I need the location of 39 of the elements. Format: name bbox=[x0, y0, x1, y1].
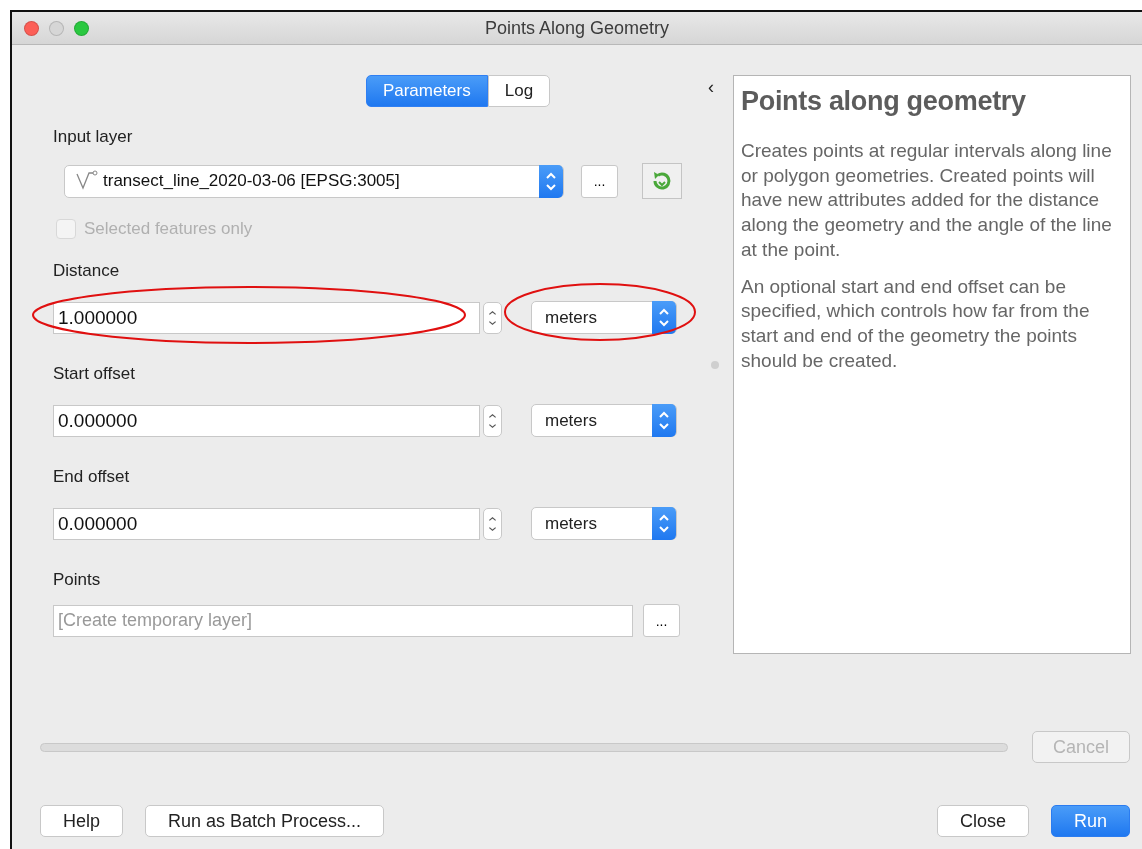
field-label: End offset bbox=[53, 467, 131, 487]
field-label: Distance bbox=[53, 261, 121, 281]
dialog-button[interactable]: Help bbox=[40, 805, 124, 837]
browse-button[interactable]: ... bbox=[643, 604, 680, 637]
help-title: Points along geometry bbox=[741, 86, 1027, 117]
help-paragraph: Creates points at regular intervals along line or polygon geometries. Created points will have new attributes added for the distance along the geometry and the angle of the line at the point. bbox=[741, 139, 1113, 262]
output-field[interactable]: [Create temporary layer] bbox=[53, 604, 633, 637]
updown-arrows-icon[interactable] bbox=[652, 404, 676, 437]
layer-dropdown[interactable]: transect_line_2020-03-06 [EPSG:3005] bbox=[64, 164, 564, 198]
line-layer-icon bbox=[75, 170, 99, 192]
maximize-window-button[interactable] bbox=[74, 20, 89, 36]
field-label: Start offset bbox=[53, 364, 136, 384]
help-paragraph: An optional start and end offset can be specified, which controls how far from the start and end of the geometry the points should be created. bbox=[741, 274, 1091, 373]
number-field[interactable]: 1.000000 bbox=[53, 301, 480, 334]
updown-arrows-icon[interactable] bbox=[652, 507, 676, 540]
minimize-window-button[interactable] bbox=[49, 20, 64, 36]
iterate-button[interactable] bbox=[642, 163, 682, 199]
spinner-icon[interactable] bbox=[483, 301, 502, 334]
dialog-button[interactable]: Run as Batch Process... bbox=[145, 805, 385, 837]
browse-button[interactable]: ... bbox=[581, 164, 618, 198]
updown-arrows-icon[interactable] bbox=[652, 301, 676, 334]
close-window-button[interactable] bbox=[24, 20, 39, 36]
window-title: Points Along Geometry bbox=[484, 17, 670, 39]
checkbox-label: Selected features only bbox=[84, 219, 253, 239]
spinner-icon[interactable] bbox=[483, 507, 502, 540]
dialog-button[interactable]: Close bbox=[936, 805, 1029, 837]
field-label: Input layer bbox=[53, 127, 134, 147]
unit-dropdown[interactable]: meters bbox=[531, 507, 677, 540]
number-field[interactable]: 0.000000 bbox=[53, 404, 480, 437]
refresh-icon bbox=[651, 170, 673, 192]
unit-dropdown[interactable]: meters bbox=[531, 301, 677, 334]
field-label: Points bbox=[53, 570, 102, 590]
number-field[interactable]: 0.000000 bbox=[53, 507, 480, 540]
splitter-handle[interactable] bbox=[711, 361, 719, 369]
updown-arrows-icon[interactable] bbox=[539, 164, 563, 198]
collapse-arrow[interactable]: ‹ bbox=[708, 77, 723, 98]
spinner-icon[interactable] bbox=[483, 404, 502, 437]
tab[interactable]: Log bbox=[487, 75, 551, 107]
unit-dropdown[interactable]: meters bbox=[531, 404, 677, 437]
